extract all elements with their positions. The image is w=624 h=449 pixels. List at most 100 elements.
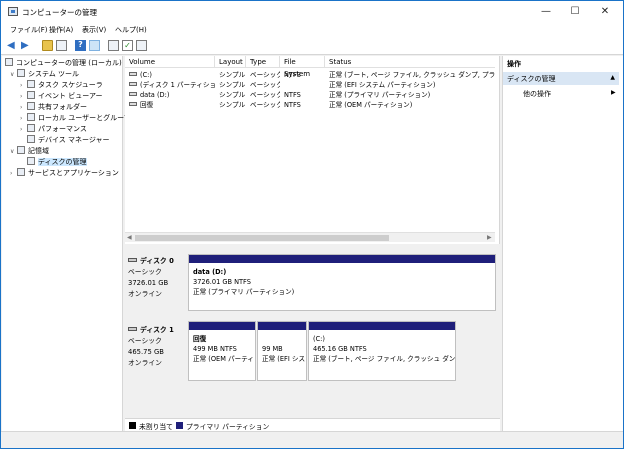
column-header-file-system[interactable]: File System (280, 56, 325, 78)
tree-item-performance[interactable]: › パフォーマンス (20, 124, 87, 134)
volume-file-system: NTFS (284, 71, 301, 79)
maximize-button[interactable]: ☐ (560, 1, 590, 23)
partition-data-d[interactable]: data (D:) 3726.01 GB NTFS 正常 (プライマリ パーティ… (188, 254, 496, 311)
window-title: コンピューターの管理 (22, 8, 97, 17)
volume-status: 正常 (プライマリ パーティション) (329, 91, 431, 99)
properties-icon[interactable] (89, 40, 100, 51)
primary-partition-bar (189, 322, 255, 330)
tree-item-device-manager[interactable]: デバイス マネージャー (27, 135, 110, 145)
back-arrow-icon[interactable]: ◀ (7, 40, 18, 51)
chevron-right-icon[interactable]: › (20, 114, 27, 124)
volume-layout: シンプル (219, 71, 246, 79)
device-manager-icon (27, 135, 35, 143)
actions-group-disk-management[interactable]: ディスクの管理 ▲ (503, 72, 619, 85)
chevron-right-icon[interactable]: › (20, 125, 27, 135)
disk-state: オンライン (128, 290, 162, 298)
volume-type: ベーシック (250, 91, 280, 99)
menu-view[interactable]: 表示(V) (82, 25, 106, 35)
primary-partition-bar (258, 322, 306, 330)
close-button[interactable]: ✕ (590, 1, 620, 23)
action-other-operations[interactable]: 他の操作 ▶ (523, 89, 616, 99)
shared-folder-icon (27, 102, 35, 110)
tools-icon (17, 69, 25, 77)
menu-bar: ファイル(F) 操作(A) 表示(V) ヘルプ(H) (1, 23, 623, 37)
scrollbar-thumb[interactable] (135, 235, 389, 241)
scroll-left-icon[interactable]: ◀ (127, 233, 132, 243)
partition-c[interactable]: (C:) 465.16 GB NTFS 正常 (ブート, ページ ファイル, ク… (308, 321, 456, 381)
menu-help[interactable]: ヘルプ(H) (115, 25, 147, 35)
event-log-icon (27, 91, 35, 99)
disk-0-info[interactable]: ディスク 0 ベーシック 3726.01 GB オンライン (128, 254, 186, 310)
legend-primary-swatch (176, 422, 183, 429)
volume-row[interactable]: 回復 シンプル ベーシック NTFS 正常 (OEM パーティション) (125, 100, 495, 110)
horizontal-scrollbar[interactable]: ◀ ▶ (125, 232, 495, 242)
menu-action[interactable]: 操作(A) (49, 25, 73, 35)
tree-item-event-viewer[interactable]: › イベント ビューアー (20, 91, 103, 101)
tree-item-local-users[interactable]: › ローカル ユーザーとグループ (20, 113, 131, 123)
volume-type: ベーシック (250, 101, 280, 109)
chevron-right-icon[interactable]: › (10, 169, 17, 179)
disk-name: ディスク 0 (140, 257, 174, 265)
chevron-right-icon[interactable]: › (20, 103, 27, 113)
tree-item-system-tools[interactable]: ∨ システム ツール (10, 69, 79, 79)
chevron-right-icon[interactable]: › (20, 81, 27, 91)
column-header-layout[interactable]: Layout (215, 56, 246, 68)
users-icon (27, 113, 35, 121)
folder-up-icon[interactable] (42, 40, 53, 51)
partition-size: 3726.01 GB NTFS (193, 278, 251, 286)
scroll-right-icon[interactable]: ▶ (487, 233, 492, 243)
partition-size: 99 MB (262, 345, 283, 353)
chevron-right-icon[interactable]: › (20, 92, 27, 102)
tree-item-services-apps[interactable]: › サービスとアプリケーション (10, 168, 119, 178)
chevron-down-icon[interactable]: ∨ (10, 70, 17, 80)
list-view-icon[interactable] (136, 40, 147, 51)
forward-arrow-icon[interactable]: ▶ (21, 40, 32, 51)
volume-status: 正常 (ブート, ページ ファイル, クラッシュ ダンプ, プライマリ パー (329, 71, 495, 79)
partition-title: data (D:) (193, 268, 227, 276)
help-icon[interactable]: ? (75, 40, 86, 51)
column-header-type[interactable]: Type (246, 56, 280, 68)
collapse-up-icon[interactable]: ▲ (610, 74, 615, 81)
check-icon[interactable]: ✓ (122, 40, 133, 51)
column-header-status[interactable]: Status (325, 56, 495, 68)
menu-file[interactable]: ファイル(F) (10, 25, 48, 35)
volume-row[interactable]: (C:) シンプル ベーシック NTFS 正常 (ブート, ページ ファイル, … (125, 70, 495, 80)
tree-item-task-scheduler[interactable]: › タスク スケジューラ (20, 80, 103, 90)
disk-icon[interactable] (108, 40, 119, 51)
actions-pane: 操作 ディスクの管理 ▲ 他の操作 ▶ (502, 56, 623, 431)
tree-item-disk-management[interactable]: ディスクの管理 (27, 157, 87, 167)
partition-efi[interactable]: 99 MB 正常 (EFI シス (257, 321, 307, 381)
chevron-down-icon[interactable]: ∨ (10, 147, 17, 157)
partition-recovery[interactable]: 回復 499 MB NTFS 正常 (OEM パーティ (188, 321, 256, 381)
column-header-volume[interactable]: Volume (125, 56, 215, 68)
disk-1-info[interactable]: ディスク 1 ベーシック 465.75 GB オンライン (128, 323, 186, 379)
volume-row[interactable]: (ディスク 1 パーティション 2) シンプル ベーシック 正常 (EFI シス… (125, 80, 495, 90)
legend-unallocated-swatch (129, 422, 136, 429)
disk-management-pane: Volume Layout Type File System Status (C… (125, 56, 500, 431)
show-hide-tree-icon[interactable] (56, 40, 67, 51)
disk-state: オンライン (128, 359, 162, 367)
tree-item-root[interactable]: コンピューターの管理 (ローカル) (5, 58, 122, 68)
partition-title: 回復 (193, 335, 207, 343)
disk-size: 3726.01 GB (128, 279, 169, 287)
volume-layout: シンプル (219, 91, 246, 99)
tree-item-storage[interactable]: ∨ 記憶域 (10, 146, 49, 156)
tree-item-shared-folders[interactable]: › 共有フォルダー (20, 102, 87, 112)
actions-group-label: ディスクの管理 (507, 75, 556, 83)
volume-type: ベーシック (250, 71, 280, 79)
volume-name: data (D:) (140, 91, 170, 99)
services-icon (17, 168, 25, 176)
volume-icon (129, 82, 137, 86)
disk-management-icon (27, 157, 35, 165)
volume-file-system (280, 80, 325, 90)
partition-title: (C:) (313, 335, 325, 343)
action-label: 他の操作 (523, 90, 551, 98)
title-bar: コンピューターの管理 — ☐ ✕ (1, 1, 623, 23)
volume-row[interactable]: data (D:) シンプル ベーシック NTFS 正常 (プライマリ パーティ… (125, 90, 495, 100)
volume-status: 正常 (OEM パーティション) (329, 101, 413, 109)
partition-size: 499 MB NTFS (193, 345, 237, 353)
volume-icon (129, 72, 137, 76)
minimize-button[interactable]: — (531, 1, 561, 23)
actions-header: 操作 (507, 60, 521, 68)
volume-list-header: Volume Layout Type File System Status (125, 56, 495, 78)
